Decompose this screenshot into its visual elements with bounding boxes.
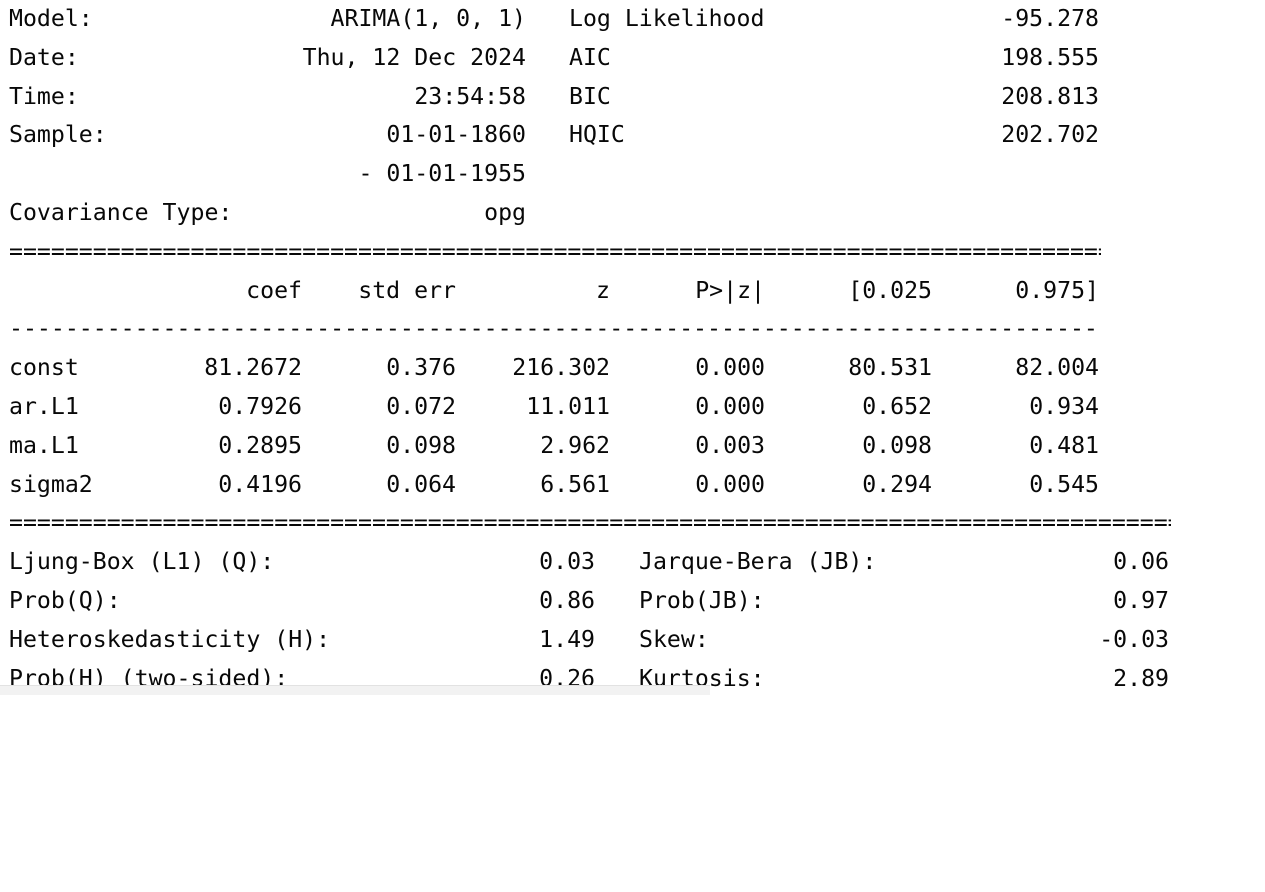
prob-q-value: 0.86: [539, 586, 595, 614]
std-err-value: 0.072: [386, 392, 456, 420]
date-value: Thu, 12 Dec 2024: [302, 43, 526, 71]
table-row: ma.L1 0.2895 0.098 2.962 0.003 0.098 0.4…: [9, 427, 1265, 466]
coef-value: 81.2672: [204, 354, 302, 382]
row-name: ma.L1: [9, 431, 79, 459]
p-value: 0.000: [695, 392, 765, 420]
z-value: 2.962: [540, 431, 610, 459]
ci-high-value: 82.004: [1015, 354, 1099, 382]
log-likelihood-label: Log Likelihood: [569, 5, 765, 32]
p-value: 0.000: [695, 354, 765, 382]
header-row-sample: Sample: 01-01-1860 HQIC 202.702: [9, 116, 1265, 155]
double-rule-bottom: ========================================…: [9, 509, 1171, 537]
coef-value: 0.7926: [218, 392, 302, 420]
date-label: Date:: [9, 43, 79, 71]
bic-value: 208.813: [1001, 82, 1099, 110]
skew-label: Skew:: [639, 625, 709, 653]
z-value: 216.302: [512, 354, 610, 382]
hqic-value: 202.702: [1001, 121, 1099, 149]
row-name: sigma2: [9, 470, 93, 498]
ci-high-value: 0.934: [1029, 392, 1099, 420]
ci-high-value: 0.481: [1029, 431, 1099, 459]
bic-label: BIC: [569, 82, 611, 110]
prob-jb-label: Prob(JB):: [639, 586, 765, 614]
row-name: const: [9, 354, 79, 382]
ci-low-value: 0.098: [862, 431, 932, 459]
aic-label: AIC: [569, 43, 611, 71]
log-likelihood-value: -95.278: [1001, 5, 1099, 32]
std-err-value: 0.376: [386, 354, 456, 382]
console-output: Model: ARIMA(1, 0, 1) Log Likelihood -95…: [9, 0, 1265, 694]
table-row: const 81.2672 0.376 216.302 0.000 80.531…: [9, 349, 1265, 388]
single-rule: ----------------------------------------…: [9, 315, 1101, 343]
prob-q-label: Prob(Q):: [9, 586, 121, 614]
time-value: 23:54:58: [414, 82, 526, 110]
col-header-p-value: P>|z|: [695, 276, 765, 304]
header-row-date: Date: Thu, 12 Dec 2024 AIC 198.555: [9, 39, 1265, 78]
aic-value: 198.555: [1001, 43, 1099, 71]
header-row-sample-end: - 01-01-1955: [9, 155, 1265, 194]
jarque-bera-value: 0.06: [1113, 548, 1169, 576]
heteroskedasticity-value: 1.49: [539, 625, 595, 653]
header-row-model: Model: ARIMA(1, 0, 1) Log Likelihood -95…: [9, 0, 1265, 39]
p-value: 0.000: [695, 470, 765, 498]
header-row-time: Time: 23:54:58 BIC 208.813: [9, 78, 1265, 117]
col-header-z: z: [596, 276, 610, 304]
hqic-label: HQIC: [569, 121, 625, 149]
col-header-std-err: std err: [358, 276, 456, 304]
row-name: ar.L1: [9, 392, 79, 420]
p-value: 0.003: [695, 431, 765, 459]
coef-value: 0.4196: [218, 470, 302, 498]
col-header-ci-low: [0.025: [848, 276, 932, 304]
time-label: Time:: [9, 82, 79, 110]
z-value: 6.561: [540, 470, 610, 498]
ci-low-value: 0.652: [862, 392, 932, 420]
kurtosis-value: 2.89: [1113, 664, 1169, 692]
z-value: 11.011: [526, 392, 610, 420]
sample-start-value: 01-01-1860: [386, 121, 526, 149]
diagnostic-row: Heteroskedasticity (H): 1.49 Skew: -0.03: [9, 621, 1265, 660]
table-row: ar.L1 0.7926 0.072 11.011 0.000 0.652 0.…: [9, 388, 1265, 427]
diagnostic-row: Prob(Q): 0.86 Prob(JB): 0.97: [9, 582, 1265, 621]
ci-low-value: 0.294: [862, 470, 932, 498]
diagnostic-row: Ljung-Box (L1) (Q): 0.03 Jarque-Bera (JB…: [9, 543, 1265, 582]
ljung-box-value: 0.03: [539, 548, 595, 576]
std-err-value: 0.064: [386, 470, 456, 498]
jarque-bera-label: Jarque-Bera (JB):: [639, 548, 877, 576]
double-rule-top: ========================================…: [9, 237, 1101, 265]
covariance-type-value: opg: [484, 198, 526, 226]
covariance-type-label: Covariance Type:: [9, 198, 233, 226]
model-value: ARIMA(1, 0, 1): [330, 5, 526, 32]
skew-value: -0.03: [1099, 625, 1169, 653]
sample-label: Sample:: [9, 121, 107, 149]
ci-low-value: 80.531: [848, 354, 932, 382]
model-label: Model:: [9, 5, 93, 32]
table-row: sigma2 0.4196 0.064 6.561 0.000 0.294 0.…: [9, 466, 1265, 505]
std-err-value: 0.098: [386, 431, 456, 459]
ci-high-value: 0.545: [1029, 470, 1099, 498]
sample-end-value: - 01-01-1955: [358, 160, 526, 188]
heteroskedasticity-label: Heteroskedasticity (H):: [9, 625, 331, 653]
coef-table-header: coef std err z P>|z| [0.025 0.975]: [9, 272, 1265, 311]
coef-value: 0.2895: [218, 431, 302, 459]
prob-jb-value: 0.97: [1113, 586, 1169, 614]
ljung-box-label: Ljung-Box (L1) (Q):: [9, 548, 275, 576]
header-row-covariance: Covariance Type: opg: [9, 194, 1265, 233]
col-header-coef: coef: [246, 276, 302, 304]
col-header-ci-high: 0.975]: [1015, 276, 1099, 304]
